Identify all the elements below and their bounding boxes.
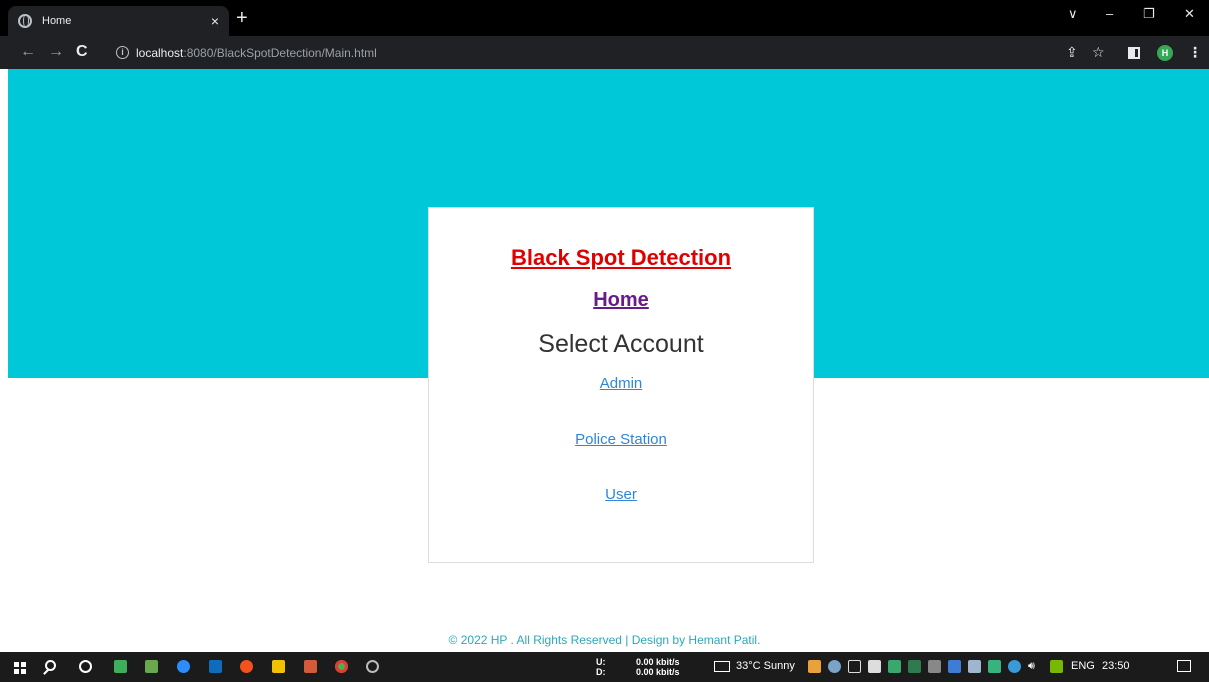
side-panel-icon[interactable] <box>1128 47 1140 59</box>
address-bar[interactable]: i localhost:8080/BlackSpotDetection/Main… <box>102 40 1102 65</box>
tray-icon-4[interactable] <box>868 660 881 673</box>
mail-icon[interactable] <box>209 660 222 673</box>
footer-copyright: © 2022 HP . All Rights Reserved | Design… <box>448 633 761 647</box>
globe-icon <box>18 14 32 28</box>
windows-start-icon[interactable] <box>14 662 26 674</box>
tab-title: Home <box>42 15 72 27</box>
chrome-icon[interactable] <box>335 660 348 673</box>
net-up-speed: 0.00 kbit/s <box>636 657 680 667</box>
tab-search-icon[interactable]: ∨ <box>1068 6 1078 22</box>
profile-avatar[interactable]: H <box>1157 45 1173 61</box>
forward-button[interactable]: → <box>48 42 64 62</box>
chrome-canary-icon[interactable] <box>240 660 253 673</box>
pen-icon[interactable] <box>928 660 941 673</box>
admin-link[interactable]: Admin <box>429 375 813 392</box>
url-host: localhost <box>136 45 184 60</box>
clock[interactable]: 23:50 <box>1102 660 1130 672</box>
tray-icon-6[interactable] <box>908 660 921 673</box>
select-account-heading: Select Account <box>538 330 704 358</box>
file-explorer-icon[interactable] <box>272 660 285 673</box>
tray-icon-1[interactable] <box>808 660 821 673</box>
app-icon-2[interactable] <box>304 660 317 673</box>
zoom-icon[interactable] <box>177 660 190 673</box>
browser-toolbar: ← → C i localhost:8080/BlackSpotDetectio… <box>0 36 1209 69</box>
tab-home[interactable]: Home × <box>8 6 229 36</box>
tray-icon-2[interactable] <box>828 660 841 673</box>
net-down-speed: 0.00 kbit/s <box>636 667 680 677</box>
weather-widget[interactable]: 33°C Sunny <box>736 660 795 672</box>
tray-icon-3[interactable] <box>848 660 861 673</box>
nvidia-icon[interactable] <box>1050 660 1063 673</box>
volume-icon[interactable]: 🔊︎ <box>1028 660 1035 673</box>
cortana-icon[interactable] <box>79 660 92 673</box>
tab-bar: Home × + ∨ – ❐ ✕ <box>0 0 1209 36</box>
photos-app-icon[interactable] <box>114 660 127 673</box>
close-window-button[interactable]: ✕ <box>1184 6 1195 22</box>
back-button[interactable]: ← <box>20 42 36 62</box>
new-tab-button[interactable]: + <box>236 8 248 28</box>
tray-icon-8[interactable] <box>968 660 981 673</box>
net-down-label: D: <box>596 667 606 677</box>
share-icon[interactable]: ⇪ <box>1066 44 1078 60</box>
url-path: :8080/BlackSpotDetection/Main.html <box>183 45 377 60</box>
tray-icon-9[interactable] <box>988 660 1001 673</box>
net-up-label: U: <box>596 657 606 667</box>
search-icon[interactable] <box>45 660 56 671</box>
info-icon[interactable]: i <box>116 46 129 59</box>
account-card: Black Spot Detection Home Select Account… <box>428 207 814 563</box>
brand-link[interactable]: Black Spot Detection <box>429 245 813 271</box>
news-widget-icon[interactable] <box>714 661 730 672</box>
menu-icon[interactable]: ⋮ <box>1188 44 1202 60</box>
police-station-link[interactable]: Police Station <box>429 431 813 448</box>
user-link[interactable]: User <box>429 486 813 503</box>
tray-icon-5[interactable] <box>888 660 901 673</box>
app-icon[interactable] <box>145 660 158 673</box>
minimize-button[interactable]: – <box>1106 6 1113 21</box>
windows-taskbar: U: D: 0.00 kbit/s 0.00 kbit/s 33°C Sunny… <box>0 652 1209 682</box>
restore-button[interactable]: ❐ <box>1143 6 1155 22</box>
bookmark-star-icon[interactable]: ☆ <box>1092 44 1105 60</box>
reload-button[interactable]: C <box>76 42 88 62</box>
home-link[interactable]: Home <box>429 289 813 312</box>
tray-icon-10[interactable] <box>1008 660 1021 673</box>
notification-icon[interactable] <box>1177 660 1191 672</box>
settings-icon[interactable] <box>366 660 379 673</box>
tab-close-icon[interactable]: × <box>211 14 219 28</box>
language-indicator[interactable]: ENG <box>1071 660 1095 672</box>
tray-icon-7[interactable] <box>948 660 961 673</box>
